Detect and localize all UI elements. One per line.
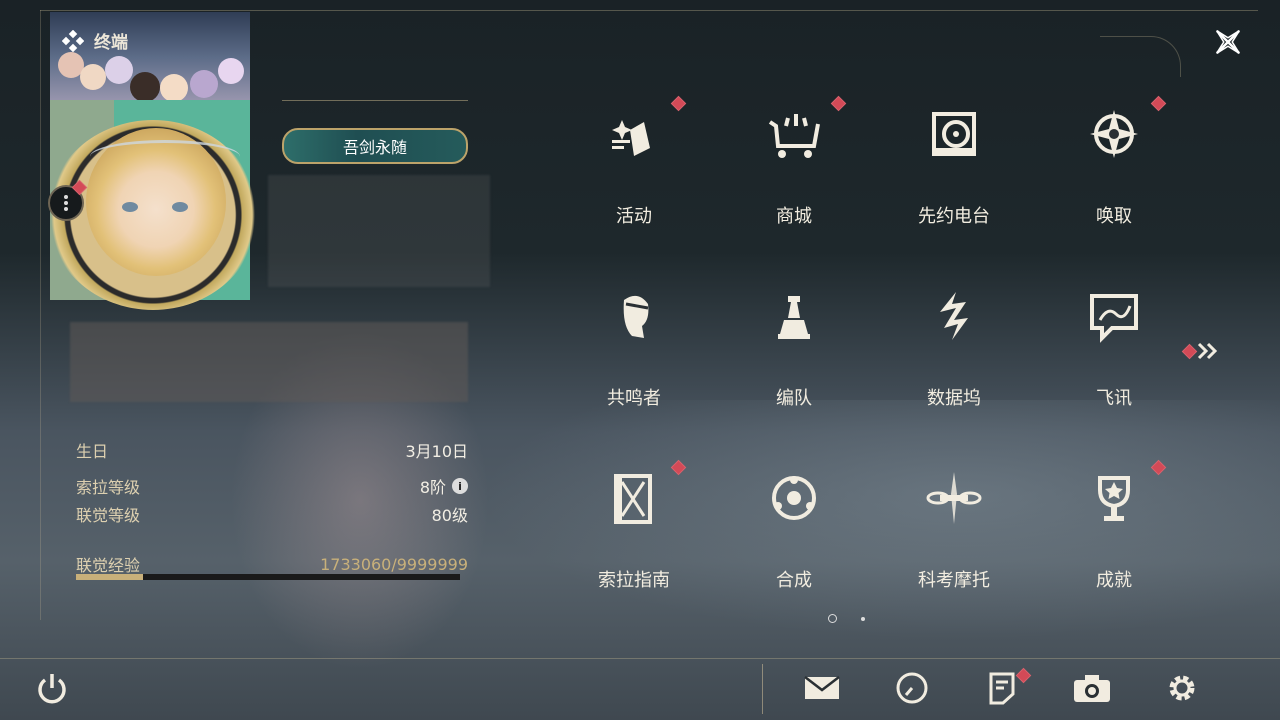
more-dots-icon — [64, 195, 68, 211]
bottom-divider — [0, 658, 1280, 659]
page-indicator — [828, 614, 865, 623]
birthday-row: 生日 3月10日 — [76, 438, 468, 462]
title-badge-label: 吾剑永随 — [342, 138, 407, 157]
mail-icon — [804, 676, 840, 699]
tile-label: 商城 — [776, 206, 812, 227]
guide-book-icon — [614, 474, 652, 524]
radio-icon — [932, 112, 976, 156]
sola-level-value: 8阶 — [419, 478, 446, 497]
diamond-grid-icon — [62, 29, 84, 52]
union-exp-label: 联觉经验 — [76, 556, 141, 575]
sola-level-row: 索拉等级 8阶 i — [76, 474, 468, 498]
union-level-row: 联觉等级 80级 — [76, 502, 468, 526]
notification-badge — [670, 95, 687, 112]
notification-badge — [1150, 459, 1167, 476]
tile-label: 成就 — [1096, 570, 1132, 591]
trophy-icon — [1098, 476, 1130, 521]
settings-gear-icon — [1169, 675, 1195, 701]
mail-button[interactable] — [802, 668, 842, 708]
double-chevron-right-icon — [1197, 342, 1218, 360]
union-exp-row: 联觉经验 1733060/9999999 — [76, 552, 468, 576]
tile-activity[interactable]: 活动 — [554, 90, 714, 250]
tile-guidebook[interactable]: 索拉指南 — [554, 454, 714, 614]
union-exp-fill — [76, 574, 143, 580]
resonator-portrait-icon — [623, 295, 649, 338]
tile-label: 科考摩托 — [918, 570, 990, 591]
tile-achievements[interactable]: 成就 — [1034, 454, 1194, 614]
tile-label: 飞讯 — [1096, 388, 1132, 409]
frame-corner — [1100, 36, 1181, 77]
function-grid: 活动 商城 先约电台 唤取 共鸣者 编队 数据坞 飞讯 索拉指南 合成 科考摩托… — [554, 90, 1194, 610]
tile-label: 数据坞 — [927, 388, 981, 409]
clock-icon — [896, 672, 928, 704]
birthday-label: 生日 — [76, 442, 109, 461]
compass-star-icon — [1090, 110, 1138, 158]
union-level-label: 联觉等级 — [76, 506, 141, 525]
notification-badge — [670, 459, 687, 476]
page-title: 终端 — [94, 33, 128, 53]
close-button[interactable] — [1208, 22, 1248, 62]
tile-label: 索拉指南 — [598, 570, 670, 591]
bottom-separator — [762, 664, 763, 714]
next-page-button[interactable] — [1181, 340, 1222, 362]
terminal-header: 终端 — [62, 28, 128, 53]
avatar-crown — [90, 140, 240, 173]
tile-label: 先约电台 — [918, 206, 990, 227]
power-button[interactable] — [32, 668, 72, 708]
player-name-blurred — [268, 175, 490, 287]
page-dot[interactable] — [861, 616, 865, 621]
tile-resonators[interactable]: 共鸣者 — [554, 272, 714, 432]
tile-messages[interactable]: 飞讯 — [1034, 272, 1194, 432]
camera-button[interactable] — [1072, 668, 1112, 708]
shop-cart-icon — [768, 114, 820, 158]
tile-label: 唤取 — [1096, 206, 1132, 227]
motorbike-icon — [926, 472, 982, 524]
title-badge[interactable]: 吾剑永随 — [282, 128, 468, 164]
tile-team[interactable]: 编队 — [714, 272, 874, 432]
notification-badge — [1015, 667, 1032, 684]
tile-data-dock[interactable]: 数据坞 — [874, 272, 1034, 432]
power-icon — [38, 674, 66, 704]
synthesis-orb-icon — [772, 476, 816, 520]
signature-blurred — [70, 322, 468, 402]
clock-button[interactable] — [892, 668, 932, 708]
page-dot-active[interactable] — [828, 614, 837, 623]
divider — [282, 100, 468, 101]
union-exp-value: 1733060/9999999 — [320, 554, 468, 574]
sola-level-label: 索拉等级 — [76, 478, 141, 497]
tile-convene[interactable]: 唤取 — [1034, 90, 1194, 250]
tile-label: 合成 — [776, 570, 812, 591]
tile-radio[interactable]: 先约电台 — [874, 90, 1034, 250]
frame-line-top — [40, 10, 1258, 11]
data-dock-icon — [940, 292, 968, 340]
notification-badge — [1150, 95, 1167, 112]
union-exp-bar — [76, 574, 460, 580]
frame-line-left — [40, 10, 41, 620]
birthday-value: 3月10日 — [405, 442, 468, 461]
tile-label: 活动 — [616, 206, 652, 227]
notification-badge — [830, 95, 847, 112]
chat-bubble-icon — [1090, 294, 1138, 343]
union-level-value: 80级 — [431, 506, 468, 525]
camera-icon — [1074, 675, 1110, 702]
tile-motorbike[interactable]: 科考摩托 — [874, 454, 1034, 614]
notification-badge — [1181, 343, 1198, 360]
notice-button[interactable] — [982, 667, 1032, 708]
settings-button[interactable] — [1162, 668, 1202, 708]
tile-label: 共鸣者 — [607, 388, 661, 409]
chess-team-icon — [778, 296, 810, 339]
info-icon[interactable]: i — [452, 478, 468, 494]
tile-shop[interactable]: 商城 — [714, 90, 874, 250]
tile-label: 编队 — [776, 388, 812, 409]
activity-icon — [612, 120, 650, 156]
close-icon — [1216, 30, 1240, 54]
profile-banner — [50, 12, 250, 112]
notice-icon — [989, 672, 1015, 705]
tile-synthesis[interactable]: 合成 — [714, 454, 874, 614]
